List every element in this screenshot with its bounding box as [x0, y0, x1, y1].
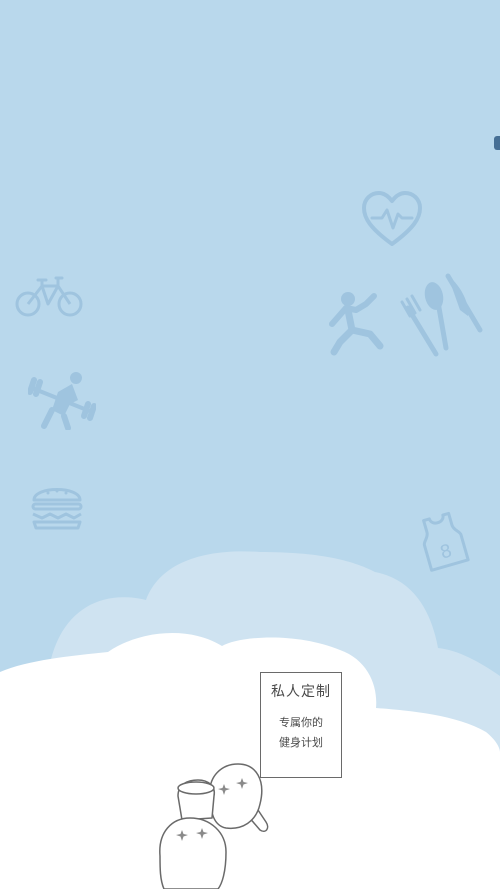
sign-subtitle-line2: 健身计划	[279, 736, 323, 749]
sign-subtitle: 专属你的 健身计划	[261, 713, 341, 753]
cartoon-characters	[159, 763, 269, 889]
clouds	[0, 551, 500, 889]
sign-title: 私人定制	[271, 684, 331, 700]
sign-subtitle-line1: 专属你的	[279, 716, 323, 729]
splash-screen: 8 私人定制 专属你的 健身计划	[0, 0, 500, 889]
